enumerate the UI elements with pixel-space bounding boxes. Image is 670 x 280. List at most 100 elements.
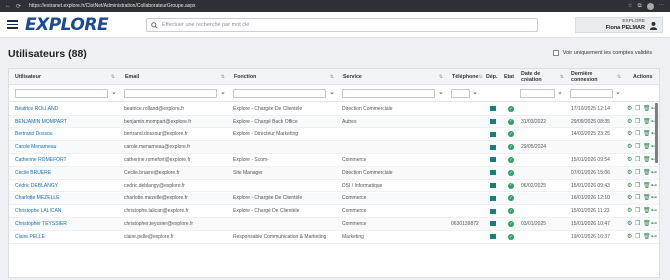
link-icon[interactable]: ⊷	[651, 183, 657, 189]
departments-icon[interactable]	[490, 119, 497, 125]
settings-icon[interactable]: ⚙	[627, 208, 633, 214]
copy-icon[interactable]: ❐	[635, 119, 641, 125]
settings-icon[interactable]: ⚙	[627, 170, 633, 176]
delete-icon[interactable]: 🗑	[643, 157, 651, 163]
table-scrollbar[interactable]	[655, 103, 658, 163]
valid-accounts-checkbox[interactable]	[552, 50, 559, 56]
settings-icon[interactable]: ⚙	[627, 119, 633, 125]
copy-icon[interactable]: ❐	[635, 131, 641, 137]
link-icon[interactable]: ⊷	[651, 234, 657, 240]
settings-icon[interactable]: ⚙	[627, 157, 633, 163]
filter-derniere-connexion[interactable]	[570, 89, 613, 98]
delete-icon[interactable]: 🗑	[643, 221, 651, 227]
col-date-creation[interactable]: Date de création ⇅	[521, 69, 567, 85]
user-menu[interactable]: EXPLORE Fiona PELMAR	[575, 17, 663, 33]
departments-icon[interactable]	[490, 195, 497, 201]
sort-icon[interactable]: ⇅	[560, 74, 564, 80]
sort-icon[interactable]: ⇅	[221, 74, 225, 80]
filter-icon[interactable]: ⏷	[330, 91, 334, 97]
settings-icon[interactable]: ⚙	[627, 221, 633, 227]
table-row[interactable]: Bertrand Dossou bertrand.dossour@explore.…	[9, 129, 659, 142]
delete-icon[interactable]: 🗑	[643, 119, 651, 125]
filter-utilisateur[interactable]	[15, 89, 108, 98]
valid-accounts-toggle[interactable]: Voir uniquement les comptes validés	[552, 50, 652, 56]
cell-utilisateur[interactable]: Cecile BRUERE	[15, 170, 120, 176]
star-icon[interactable]: ☆	[628, 3, 633, 9]
filter-icon[interactable]: ⏷	[112, 91, 116, 97]
filter-email[interactable]	[124, 89, 217, 98]
departments-icon[interactable]	[490, 106, 497, 112]
cell-utilisateur[interactable]: Christopher TEYSSIER	[15, 221, 120, 227]
filter-service[interactable]	[342, 89, 435, 98]
cell-utilisateur[interactable]: BENJAMIN MOMPART	[15, 119, 120, 125]
cell-utilisateur[interactable]: Christophe LALICAN	[15, 208, 120, 214]
filter-icon[interactable]: ⏷	[473, 91, 477, 97]
col-service[interactable]: Service ⇅	[343, 69, 446, 85]
profile-avatar[interactable]	[646, 2, 654, 10]
settings-icon[interactable]: ⚙	[627, 234, 633, 240]
settings-icon[interactable]: ⚙	[627, 131, 633, 137]
table-row[interactable]: Claire PELLE claire.pelle@explore.fr Respo…	[9, 231, 659, 244]
settings-icon[interactable]: ⚙	[627, 195, 633, 201]
copy-icon[interactable]: ❐	[635, 221, 641, 227]
cell-utilisateur[interactable]: Carole Menarneau	[15, 144, 120, 150]
departments-icon[interactable]	[490, 221, 497, 227]
extensions-icon[interactable]: ⧉	[638, 3, 642, 10]
departments-icon[interactable]	[490, 208, 497, 214]
sort-icon[interactable]: ⇅	[111, 74, 115, 80]
sort-icon[interactable]: ⇅	[479, 74, 483, 80]
copy-icon[interactable]: ❐	[635, 170, 641, 176]
cell-utilisateur[interactable]: Catherine ROMEFORT	[15, 157, 120, 163]
delete-icon[interactable]: 🗑	[643, 170, 651, 176]
filter-date-creation[interactable]	[520, 89, 555, 98]
table-row[interactable]: Carole Menarneau carole.menarneau@explore…	[9, 141, 659, 154]
table-row[interactable]: Christophe LALICAN christophe.lalican@exp…	[9, 205, 659, 218]
delete-icon[interactable]: 🗑	[643, 234, 651, 240]
copy-icon[interactable]: ❐	[635, 183, 641, 189]
copy-icon[interactable]: ❐	[635, 208, 641, 214]
col-fonction[interactable]: Fonction ⇅	[234, 69, 337, 85]
cell-utilisateur[interactable]: Béatrice ROLLAND	[15, 106, 120, 112]
settings-icon[interactable]: ⚙	[627, 183, 633, 189]
filter-fonction[interactable]	[233, 89, 326, 98]
filter-icon[interactable]: ⏷	[558, 91, 562, 97]
departments-icon[interactable]	[490, 157, 497, 163]
table-row[interactable]: Charlotte MEZELLE charlotte.mezelle@explo…	[9, 192, 659, 206]
sort-icon[interactable]: ⇅	[330, 74, 334, 80]
settings-icon[interactable]: ⚙	[627, 106, 633, 112]
refresh-icon[interactable]: ⟳	[16, 3, 21, 10]
cell-utilisateur[interactable]: Charlotte MEZELLE	[15, 195, 120, 201]
link-icon[interactable]: ⊷	[651, 170, 657, 176]
col-derniere-connexion[interactable]: Dernière connexion ⇅	[571, 69, 624, 85]
copy-icon[interactable]: ❐	[635, 234, 641, 240]
link-icon[interactable]: ⊷	[651, 195, 657, 201]
col-dep[interactable]: Dép.	[486, 69, 502, 85]
departments-icon[interactable]	[490, 144, 497, 150]
sort-icon[interactable]: ⇅	[439, 74, 443, 80]
copy-icon[interactable]: ❐	[635, 195, 641, 201]
table-row[interactable]: Christopher TEYSSIER christopher.teyssier…	[9, 218, 659, 231]
settings-icon[interactable]: ⚙	[627, 144, 633, 150]
col-telephone[interactable]: Téléphone ⇅	[452, 69, 483, 85]
filter-telephone[interactable]	[451, 89, 470, 98]
link-icon[interactable]: ⊷	[651, 221, 657, 227]
cell-utilisateur[interactable]: Claire PELLE	[15, 234, 120, 240]
delete-icon[interactable]: 🗑	[643, 106, 651, 112]
col-etat[interactable]: Etat	[504, 69, 518, 85]
hamburger-menu-icon[interactable]	[7, 20, 18, 29]
departments-icon[interactable]	[490, 234, 497, 240]
table-row[interactable]: Cédric DEBLANGY cedric.deblangy@explore.f…	[9, 180, 659, 193]
col-email[interactable]: Email ⇅	[125, 69, 228, 85]
table-row[interactable]: Cecile BRUERE Cecile.bruere@explore.fr Sit…	[9, 167, 659, 180]
departments-icon[interactable]	[490, 131, 497, 137]
filter-icon[interactable]: ⏷	[221, 91, 225, 97]
logo[interactable]: EXPLORE	[25, 15, 109, 35]
delete-icon[interactable]: 🗑	[643, 144, 651, 150]
delete-icon[interactable]: 🗑	[643, 131, 651, 137]
delete-icon[interactable]: 🗑	[643, 195, 651, 201]
table-row[interactable]: Catherine ROMEFORT catherine.romefort@exp…	[9, 154, 659, 167]
departments-icon[interactable]	[490, 170, 497, 176]
cell-utilisateur[interactable]: Bertrand Dossou	[15, 131, 120, 137]
col-utilisateur[interactable]: Utilisateur ⇅	[15, 69, 118, 85]
departments-icon[interactable]	[490, 183, 497, 189]
